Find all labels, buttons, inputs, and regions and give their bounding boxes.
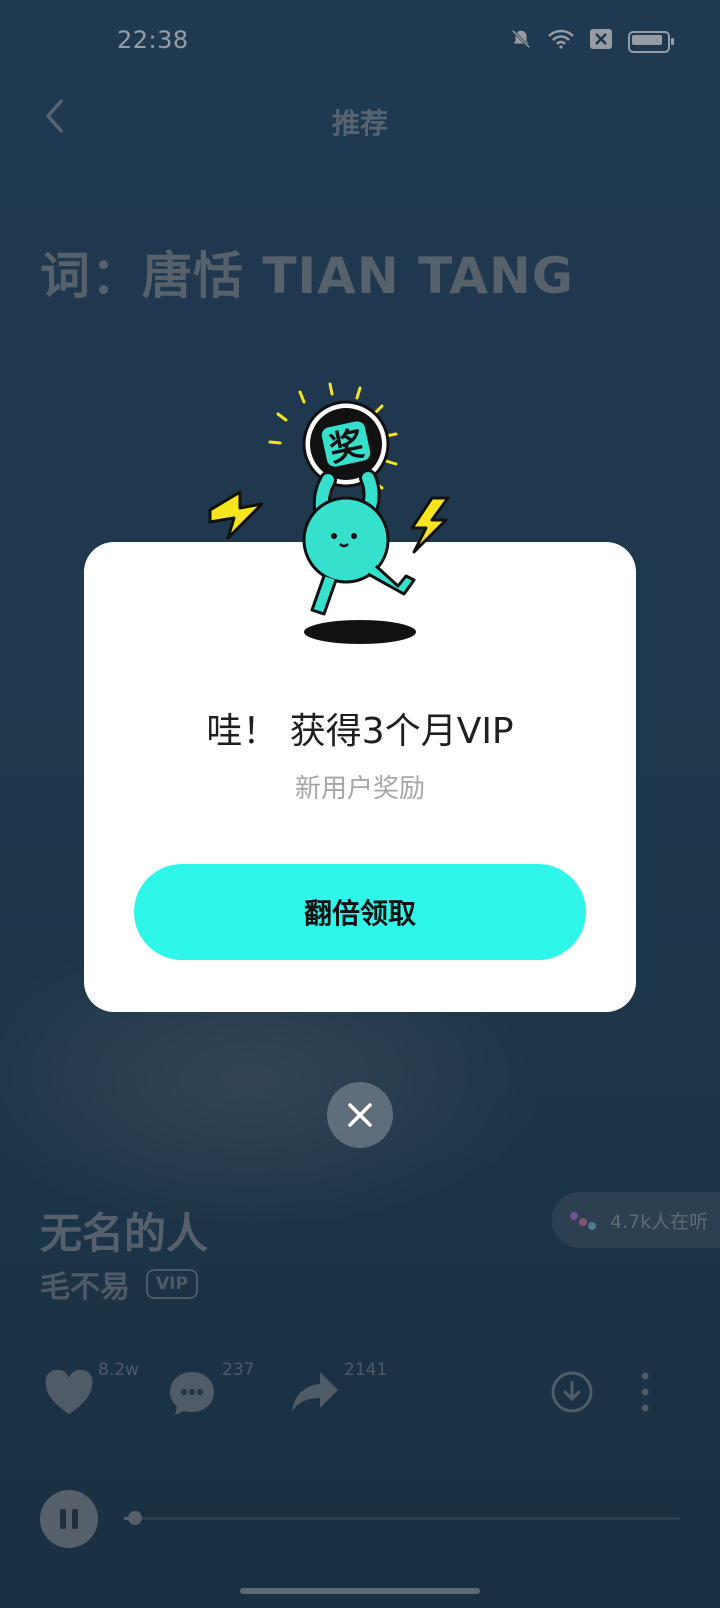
double-claim-button[interactable]: 翻倍领取 <box>134 864 586 960</box>
close-icon <box>348 1103 372 1127</box>
mascot-illustration: 奖 <box>200 380 460 650</box>
dialog-subtitle: 新用户奖励 <box>294 774 425 804</box>
close-dialog-button[interactable] <box>327 1082 393 1148</box>
dialog-title: 哇！ 获得3个月VIP <box>206 711 514 752</box>
